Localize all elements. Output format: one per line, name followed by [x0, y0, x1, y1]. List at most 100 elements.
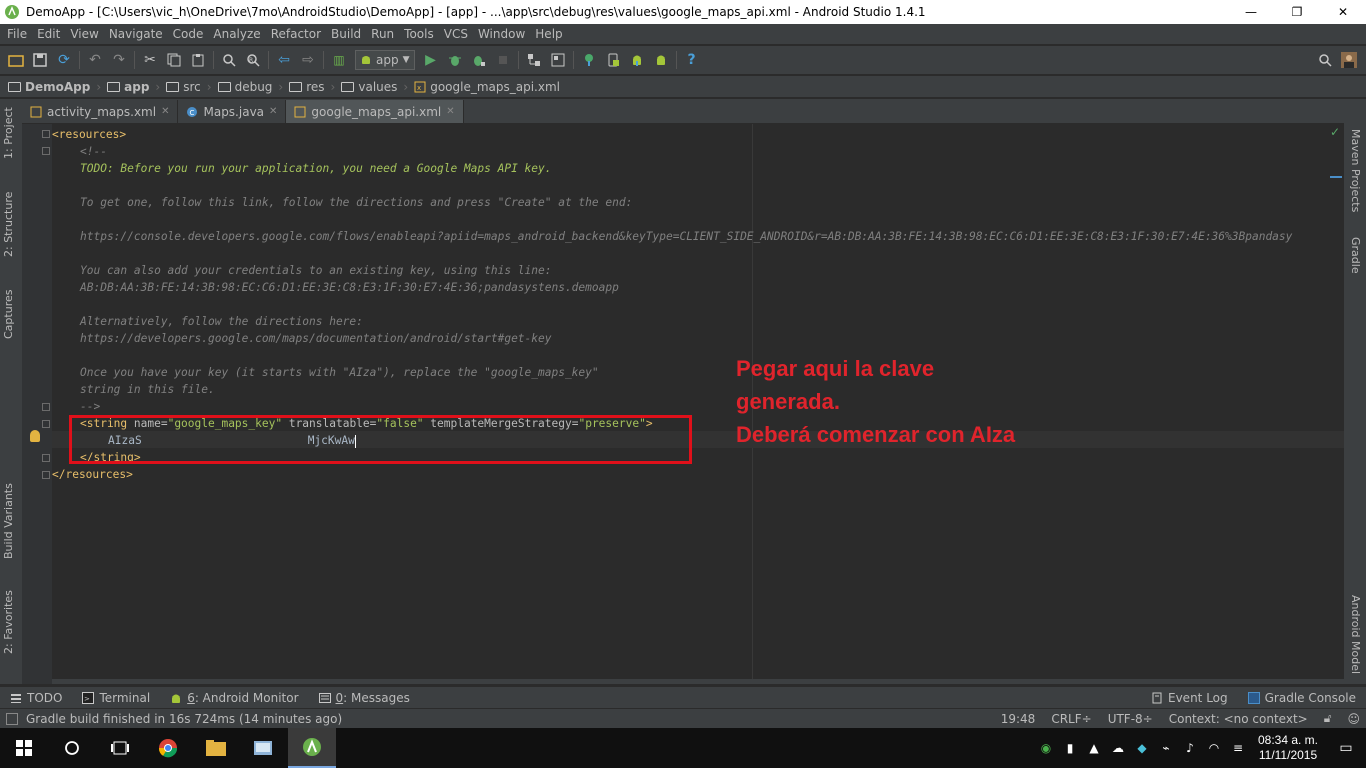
fold-marker-icon[interactable]: [42, 471, 50, 479]
menu-view[interactable]: View: [65, 27, 103, 41]
volume-icon[interactable]: ♪: [1178, 741, 1202, 755]
tool-window-build-variants[interactable]: Build Variants: [2, 483, 15, 559]
tool-window-captures[interactable]: Captures: [2, 290, 15, 339]
tool-window-android-model[interactable]: Android Model: [1349, 595, 1362, 674]
lock-icon[interactable]: 🔓︎: [1324, 711, 1332, 726]
breadcrumb-app[interactable]: app: [107, 80, 149, 94]
notification-bell-icon[interactable]: ▲: [1082, 741, 1106, 755]
tablet-icon[interactable]: ▮: [1058, 741, 1082, 755]
menu-run[interactable]: Run: [366, 27, 399, 41]
context-indicator[interactable]: Context: <no context>: [1169, 712, 1308, 726]
tab-maps-java[interactable]: C Maps.java ✕: [178, 100, 287, 123]
close-button[interactable]: ✕: [1320, 0, 1366, 24]
copy-icon[interactable]: [163, 49, 185, 71]
tab-google-maps-api-xml[interactable]: google_maps_api.xml ✕: [286, 100, 464, 123]
fold-marker-icon[interactable]: [42, 420, 50, 428]
menu-file[interactable]: File: [2, 27, 32, 41]
menu-build[interactable]: Build: [326, 27, 366, 41]
menu-window[interactable]: Window: [473, 27, 530, 41]
breadcrumb-demoapp[interactable]: DemoApp: [8, 80, 90, 94]
close-icon[interactable]: ✕: [446, 106, 454, 117]
tool-window-favorites[interactable]: 2: Favorites: [2, 590, 15, 654]
sync-icon[interactable]: ⟳: [53, 49, 75, 71]
horizontal-scrollbar[interactable]: [52, 679, 1344, 684]
breadcrumb-values[interactable]: values: [341, 80, 397, 94]
project-structure-icon[interactable]: [523, 49, 545, 71]
back-icon[interactable]: ⇦: [273, 49, 295, 71]
make-project-icon[interactable]: ▥: [328, 49, 350, 71]
fold-marker-icon[interactable]: [42, 147, 50, 155]
run-configuration-select[interactable]: app ▼: [355, 50, 415, 70]
tool-tab-android-monitor[interactable]: 6: Android Monitor: [160, 691, 308, 705]
stop-icon[interactable]: [492, 49, 514, 71]
line-separator[interactable]: CRLF÷: [1051, 712, 1091, 726]
open-folder-icon[interactable]: [5, 49, 27, 71]
close-icon[interactable]: ✕: [161, 106, 169, 117]
minimize-button[interactable]: —: [1228, 0, 1274, 24]
network-status-icon[interactable]: ◉: [1034, 741, 1058, 755]
avd-manager-icon[interactable]: [602, 49, 624, 71]
search-everywhere-icon[interactable]: [1314, 49, 1336, 71]
sdk-manager-icon[interactable]: [626, 49, 648, 71]
close-icon[interactable]: ✕: [269, 106, 277, 117]
menu-help[interactable]: Help: [530, 27, 567, 41]
menu-tools[interactable]: Tools: [399, 27, 439, 41]
tool-window-gradle[interactable]: Gradle: [1349, 237, 1362, 274]
fold-marker-icon[interactable]: [42, 454, 50, 462]
breadcrumb-res[interactable]: res: [289, 80, 325, 94]
chrome-icon[interactable]: [144, 728, 192, 768]
windows-start-icon[interactable]: [0, 728, 48, 768]
forward-icon[interactable]: ⇨: [297, 49, 319, 71]
tool-window-maven[interactable]: Maven Projects: [1349, 129, 1362, 212]
android-device-monitor-icon[interactable]: [650, 49, 672, 71]
restore-button[interactable]: ❐: [1274, 0, 1320, 24]
sdk-structure-icon[interactable]: [547, 49, 569, 71]
save-all-icon[interactable]: [29, 49, 51, 71]
app-tray-icon[interactable]: ◆: [1130, 741, 1154, 755]
tool-tab-gradle-console[interactable]: Gradle Console: [1238, 691, 1366, 705]
wifi-icon[interactable]: ◠: [1202, 741, 1226, 755]
menu-refactor[interactable]: Refactor: [266, 27, 326, 41]
gradle-sync-icon[interactable]: [578, 49, 600, 71]
attach-debugger-icon[interactable]: [468, 49, 490, 71]
replace-icon[interactable]: R: [242, 49, 264, 71]
paste-icon[interactable]: [187, 49, 209, 71]
find-icon[interactable]: [218, 49, 240, 71]
fold-marker-icon[interactable]: [42, 403, 50, 411]
inspector-icon[interactable]: ☺︎: [1347, 712, 1360, 726]
menu-navigate[interactable]: Navigate: [104, 27, 168, 41]
cut-icon[interactable]: ✂: [139, 49, 161, 71]
action-center-icon[interactable]: ▭: [1326, 740, 1366, 756]
menu-analyze[interactable]: Analyze: [208, 27, 265, 41]
code-editor[interactable]: <resources> <!-- TODO: Before you run yo…: [52, 124, 1344, 684]
control-panel-icon[interactable]: [240, 728, 288, 768]
android-studio-taskbar-icon[interactable]: [288, 728, 336, 768]
menu-code[interactable]: Code: [168, 27, 209, 41]
file-encoding[interactable]: UTF-8÷: [1108, 712, 1153, 726]
power-icon[interactable]: ⌁: [1154, 741, 1178, 755]
run-icon[interactable]: ▶: [420, 49, 442, 71]
tool-tab-todo[interactable]: TODO: [0, 691, 72, 705]
debug-icon[interactable]: [444, 49, 466, 71]
file-explorer-icon[interactable]: [192, 728, 240, 768]
tool-tab-messages[interactable]: 0: Messages: [309, 691, 420, 705]
menu-edit[interactable]: Edit: [32, 27, 65, 41]
undo-icon[interactable]: ↶: [84, 49, 106, 71]
tool-window-project[interactable]: 1: Project: [2, 107, 15, 159]
fold-marker-icon[interactable]: [42, 130, 50, 138]
tool-tab-terminal[interactable]: > Terminal: [72, 691, 160, 705]
search-icon[interactable]: [48, 728, 96, 768]
tool-window-structure[interactable]: 2: Structure: [2, 192, 15, 257]
keyboard-icon[interactable]: ≡: [1226, 741, 1250, 755]
breadcrumb-debug[interactable]: debug: [217, 80, 272, 94]
breadcrumb-src[interactable]: src: [166, 80, 201, 94]
tool-tab-event-log[interactable]: Event Log: [1141, 691, 1238, 705]
avatar[interactable]: [1338, 49, 1360, 71]
caret-position[interactable]: 19:48: [1001, 712, 1036, 726]
lightbulb-icon[interactable]: [30, 430, 40, 442]
breadcrumb-file[interactable]: x google_maps_api.xml: [414, 80, 560, 94]
taskbar-clock[interactable]: 08:34 a. m. 11/11/2015: [1250, 733, 1326, 763]
menu-vcs[interactable]: VCS: [439, 27, 473, 41]
help-icon[interactable]: ?: [681, 49, 703, 71]
tab-activity-maps-xml[interactable]: activity_maps.xml ✕: [22, 100, 179, 123]
